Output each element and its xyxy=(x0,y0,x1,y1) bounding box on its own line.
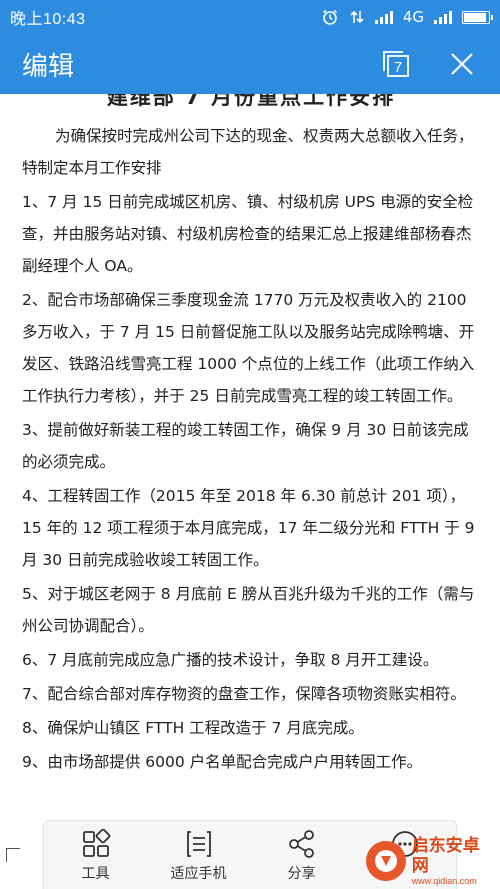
battery-icon xyxy=(462,10,493,24)
page-number: 7 xyxy=(394,59,402,76)
alarm-icon xyxy=(322,9,337,25)
list-item: 3、提前做好新装工程的竣工转固工作，确保 9 月 30 日前该完成的必须完成。 xyxy=(22,421,469,471)
status-time: 晚上10:43 xyxy=(10,11,86,28)
fit-phone-icon xyxy=(186,831,211,857)
app-bar-actions: 7 xyxy=(380,48,478,80)
watermark-text: 启东安卓网 www.qidian.com xyxy=(412,836,496,886)
watermark-url: www.qidian.com xyxy=(411,876,477,886)
page-count-icon: 7 xyxy=(383,51,409,77)
list-item: 6、7 月底前完成应急广播的技术设计，争取 8 月开工建设。 xyxy=(22,651,439,669)
data-transfer-icon xyxy=(350,10,364,24)
status-indicators: 4G xyxy=(321,8,493,26)
grid-tools-icon xyxy=(82,829,110,857)
network-type: 4G xyxy=(402,8,424,26)
share-icon xyxy=(288,830,314,858)
fit-phone-label: 适应手机 xyxy=(170,866,227,882)
tools-button[interactable]: 工具 xyxy=(44,829,147,883)
document-viewer[interactable]: 建维部 7 月份重点工作安排 为确保按时完成州公司下达的现金、权责两大总额收入任… xyxy=(0,94,500,814)
watermark-logo-icon xyxy=(366,841,406,881)
page-title: 编辑 xyxy=(22,51,75,82)
list-item: 4、工程转固工作（2015 年至 2018 年 6.30 前总计 201 项），… xyxy=(22,487,475,569)
list-item: 5、对于城区老网于 8 月底前 E 膀从百兆升级为千兆的工作（需与州公司协调配合… xyxy=(22,585,475,635)
tools-label: 工具 xyxy=(81,866,110,882)
fit-phone-button[interactable]: 适应手机 xyxy=(147,829,250,883)
close-button[interactable] xyxy=(446,48,478,80)
list-item: 8、确保炉山镇区 FTTH 工程改造于 7 月底完成。 xyxy=(22,719,364,737)
list-item: 1、7 月 15 日前完成城区机房、镇、村级机房 UPS 电源的安全检查，并由服… xyxy=(22,193,474,275)
document-title: 建维部 7 月份重点工作安排 xyxy=(106,94,396,109)
list-item: 2、配合市场部确保三季度现金流 1770 万元及权责收入的 2100 多万收入，… xyxy=(22,291,475,405)
share-button[interactable]: 分享 xyxy=(250,829,353,883)
list-item: 7、配合综合部对库存物资的盘查工作，保障各项物资账实相符。 xyxy=(22,685,466,703)
close-icon xyxy=(451,53,473,75)
share-label: 分享 xyxy=(287,866,316,882)
page-count-button[interactable]: 7 xyxy=(380,48,412,80)
document-intro: 为确保按时完成州公司下达的现金、权责两大总额收入任务，特制定本月工作安排 xyxy=(22,127,474,177)
app-bar: 编辑 7 xyxy=(0,34,500,94)
watermark: 启东安卓网 www.qidian.com xyxy=(366,836,496,886)
signal-icon xyxy=(374,10,393,24)
status-bar: 晚上10:43 4G xyxy=(0,0,500,34)
crop-corner-mark xyxy=(6,848,20,862)
signal-icon-2 xyxy=(434,10,452,24)
list-item: 9、由市场部提供 6000 户名单配合完成户户用转固工作。 xyxy=(22,753,423,771)
battery-level xyxy=(464,12,487,22)
watermark-name: 启东安卓网 xyxy=(411,836,480,876)
